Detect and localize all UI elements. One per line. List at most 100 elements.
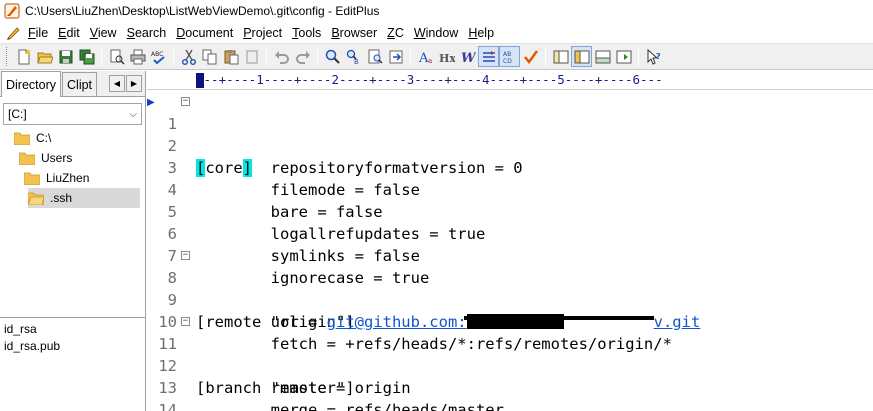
directory-item[interactable]: Users: [19, 148, 72, 168]
tab-cliptext[interactable]: Clipt: [62, 72, 98, 96]
code-line: 14: [147, 377, 873, 411]
find-in-files-button[interactable]: [364, 46, 385, 67]
toolbar-separator: [101, 47, 102, 66]
file-list-item[interactable]: id_rsa: [0, 321, 145, 338]
spell-check-button[interactable]: ABC: [148, 46, 169, 67]
cliptext-toggle[interactable]: [550, 46, 571, 67]
abcd-icon: ABCD: [503, 51, 512, 65]
column-ruler: ---+----1----+----2----+----3----+----4-…: [147, 71, 873, 90]
toolbar-separator: [410, 47, 411, 66]
word-wrap-button[interactable]: W: [457, 46, 478, 67]
directory-window-icon: [574, 50, 589, 63]
menu-zc[interactable]: ZC: [383, 26, 410, 40]
directory-label: LiuZhen: [46, 171, 90, 185]
directory-tree: C:\ Users LiuZhen .ssh: [0, 128, 145, 318]
code-line: 3 filemode = false: [147, 135, 873, 199]
spell-check-icon: ABC: [151, 51, 165, 64]
tab-scroll-right-button[interactable]: ▶: [126, 75, 142, 92]
menu-help[interactable]: Help: [464, 26, 500, 40]
file-list-item[interactable]: id_rsa.pub: [0, 338, 145, 355]
menu-search[interactable]: Search: [123, 26, 173, 40]
sidebar-tabs: Directory Clipt ◀ ▶: [0, 71, 145, 97]
delete-button[interactable]: [241, 46, 262, 67]
code-line: 11 − [branch "master"]: [147, 311, 873, 398]
cliptext-icon: [553, 50, 568, 63]
svg-text:AB: AB: [503, 51, 511, 58]
menu-project[interactable]: Project: [239, 26, 288, 40]
window-list-icon: [616, 50, 631, 63]
goto-button[interactable]: [385, 46, 406, 67]
printer-icon: [130, 49, 145, 64]
menu-window[interactable]: Window: [410, 26, 464, 40]
window-title: C:\Users\LiuZhen\Desktop\ListWebViewDemo…: [25, 4, 380, 18]
directory-sidebar: Directory Clipt ◀ ▶ [C:] ⌵ C:\ Users Liu…: [0, 71, 146, 411]
print-preview-button[interactable]: [106, 46, 127, 67]
toolbar-separator: [638, 47, 639, 66]
find-in-files-icon: [368, 49, 383, 64]
fold-toggle-icon[interactable]: −: [181, 251, 190, 260]
window-list-button[interactable]: [613, 46, 634, 67]
menu-edit[interactable]: Edit: [54, 26, 86, 40]
open-folder-icon: [36, 52, 53, 63]
fold-toggle-icon[interactable]: −: [181, 97, 190, 106]
code-line: 12 remote = origin: [147, 333, 873, 397]
drive-select-value: [C:]: [8, 107, 27, 121]
open-file-button[interactable]: [34, 46, 55, 67]
html-toolbar-button[interactable]: Hx: [436, 46, 457, 67]
redo-button[interactable]: [292, 46, 313, 67]
toolbar-grip[interactable]: [6, 47, 9, 66]
pencil-icon: [7, 26, 20, 40]
output-window-button[interactable]: [592, 46, 613, 67]
directory-toggle[interactable]: [571, 46, 592, 67]
drive-select[interactable]: [C:] ⌵: [3, 103, 142, 125]
help-cursor-icon: ?: [647, 48, 661, 65]
print-button[interactable]: [127, 46, 148, 67]
svg-text:Hx: Hx: [439, 52, 455, 65]
svg-text:ABC: ABC: [151, 51, 163, 58]
code-line: 9 url = git@github.com: v.git: [147, 267, 873, 331]
editor-pane[interactable]: ---+----1----+----2----+----3----+----4-…: [147, 71, 873, 411]
save-icon: [59, 50, 72, 63]
help-cursor-button[interactable]: ?: [643, 46, 664, 67]
line-number: 14: [158, 401, 177, 411]
editplus-app-icon: [4, 3, 20, 19]
copy-icon: [202, 49, 216, 64]
svg-text:W: W: [461, 51, 476, 65]
word-wrap-icon: W: [461, 51, 476, 65]
scissors-icon: [181, 49, 196, 65]
save-button[interactable]: [55, 46, 76, 67]
find-button[interactable]: [322, 46, 343, 67]
goto-icon: [389, 50, 402, 63]
save-all-button[interactable]: [76, 46, 97, 67]
paste-button[interactable]: [220, 46, 241, 67]
menu-browser[interactable]: Browser: [327, 26, 383, 40]
replace-button[interactable]: B: [343, 46, 364, 67]
directory-item[interactable]: C:\: [14, 128, 51, 148]
ruler-scale: ---+----1----+----2----+----3----+----4-…: [196, 72, 663, 87]
menu-document[interactable]: Document: [172, 26, 239, 40]
menu-view[interactable]: View: [86, 26, 123, 40]
delete-icon: [246, 50, 257, 63]
menu-file[interactable]: File: [24, 26, 54, 40]
new-file-button[interactable]: [13, 46, 34, 67]
undo-button[interactable]: [271, 46, 292, 67]
check-mark-button[interactable]: [520, 46, 541, 67]
cut-button[interactable]: [178, 46, 199, 67]
fold-toggle-icon[interactable]: −: [181, 317, 190, 326]
paste-icon: [224, 49, 238, 64]
undo-icon: [274, 50, 289, 64]
menu-tools[interactable]: Tools: [288, 26, 327, 40]
chevron-down-icon: ⌵: [129, 108, 137, 120]
directory-label: .ssh: [50, 191, 73, 205]
check-mark-icon: [523, 49, 538, 64]
directory-item-selected[interactable]: .ssh: [28, 188, 140, 208]
directory-item[interactable]: LiuZhen: [24, 168, 89, 188]
tab-directory[interactable]: Directory: [1, 71, 62, 97]
code-line: 6 symlinks = false: [147, 201, 873, 265]
line-numbers-toggle[interactable]: [478, 46, 499, 67]
toolbar-separator: [317, 47, 318, 66]
font-button[interactable]: Aa: [415, 46, 436, 67]
spell-toggle[interactable]: AB CD: [499, 46, 520, 67]
copy-button[interactable]: [199, 46, 220, 67]
tab-scroll-left-button[interactable]: ◀: [109, 75, 125, 92]
